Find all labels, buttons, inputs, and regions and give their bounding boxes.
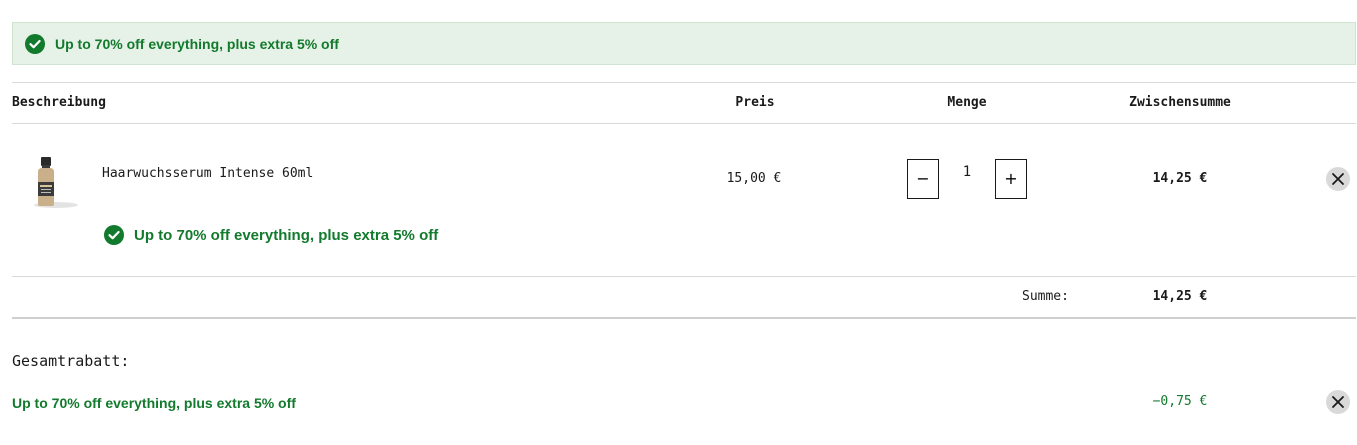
divider [12,123,1356,124]
close-icon [1332,396,1344,408]
divider [12,276,1356,277]
unit-price: 15,00 € [726,171,782,186]
divider [12,82,1356,83]
plus-icon: + [1004,169,1018,188]
column-header-description: Beschreibung [12,95,106,110]
close-icon [1332,173,1344,185]
line-subtotal: 14,25 € [1152,171,1208,186]
discount-value: −0,75 € [1152,394,1208,409]
promo-banner-text: Up to 70% off everything, plus extra 5% … [55,36,339,52]
quantity-decrement-button[interactable]: − [907,159,939,199]
remove-item-button[interactable] [1326,167,1350,191]
minus-icon: − [916,169,930,188]
column-header-quantity: Menge [947,95,987,110]
sum-value: 14,25 € [1152,289,1208,304]
product-bottle-image[interactable] [30,156,80,211]
sum-label: Summe: [1022,289,1069,304]
quantity-value[interactable]: 1 [960,164,974,180]
product-name[interactable]: Haarwuchsserum Intense 60ml [102,166,313,181]
column-header-subtotal: Zwischensumme [1129,95,1231,110]
divider [12,317,1356,319]
remove-discount-button[interactable] [1326,390,1350,414]
column-header-price: Preis [735,95,775,110]
promo-banner: Up to 70% off everything, plus extra 5% … [12,22,1356,65]
discount-promo-label: Up to 70% off everything, plus extra 5% … [12,395,296,411]
item-promo-text: Up to 70% off everything, plus extra 5% … [134,227,439,244]
check-circle-icon [104,225,124,245]
total-discount-title: Gesamtrabatt: [12,352,130,370]
check-circle-icon [25,34,45,54]
quantity-increment-button[interactable]: + [995,159,1027,199]
